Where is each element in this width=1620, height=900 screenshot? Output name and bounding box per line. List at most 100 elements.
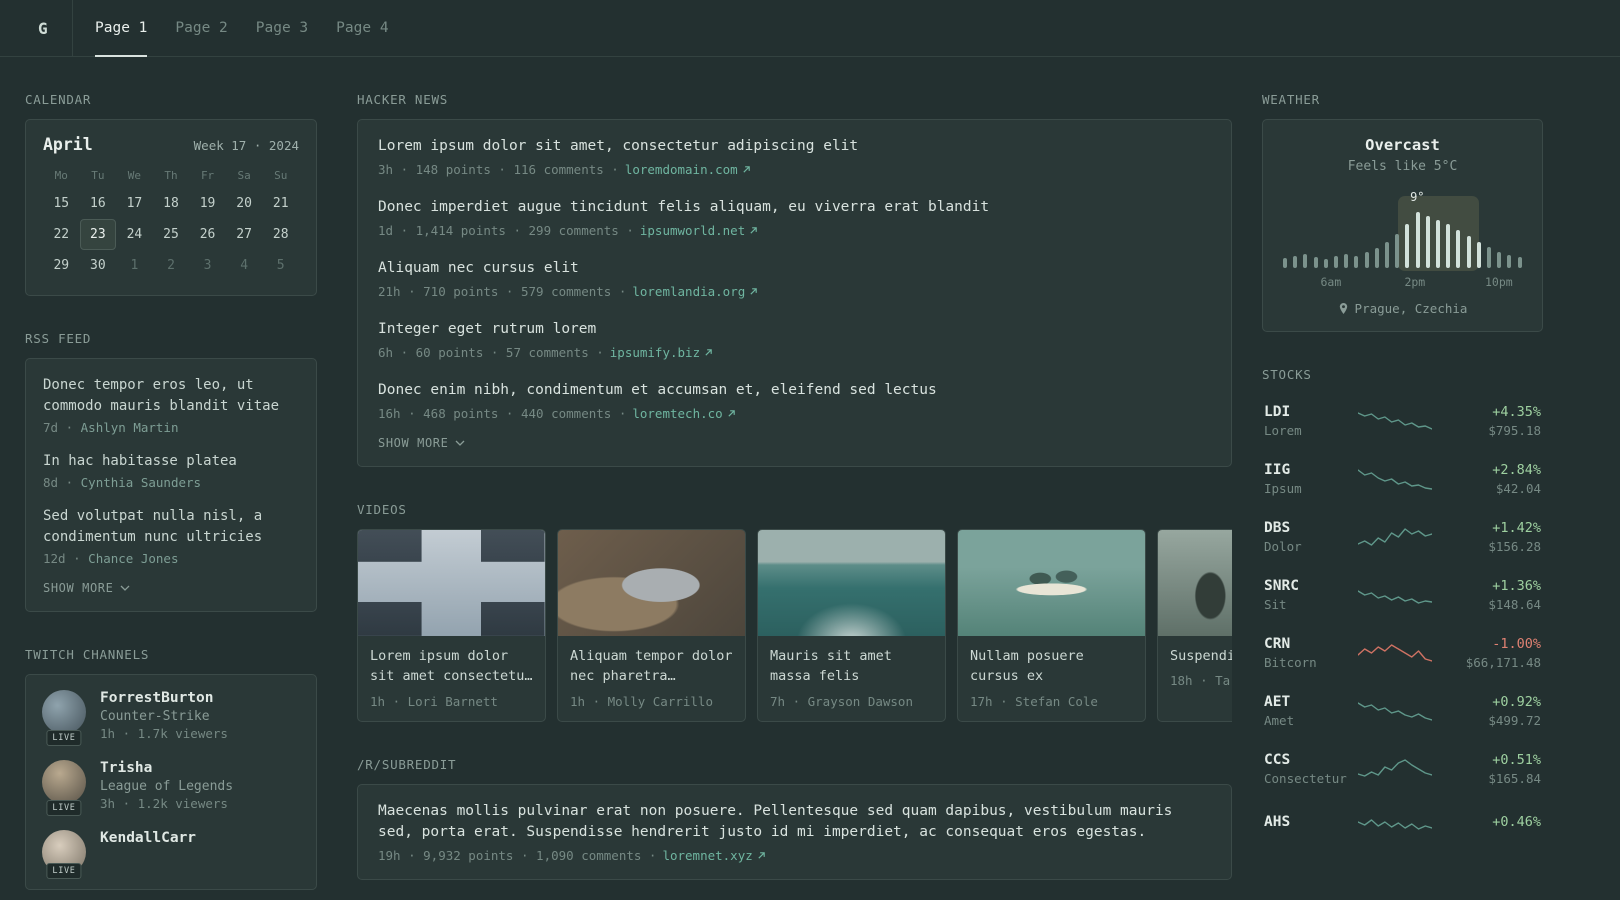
tab-page-3[interactable]: Page 3 xyxy=(256,0,308,56)
dow-label: Su xyxy=(274,169,288,182)
calendar-day: 15 xyxy=(53,196,70,211)
stock-ticker: AET xyxy=(1264,694,1291,710)
hn-item-title[interactable]: Integer eget rutrum lorem xyxy=(378,319,1211,340)
video-thumbnail xyxy=(758,530,945,637)
stock-price: $148.64 xyxy=(1488,597,1541,612)
video-card[interactable]: Mauris sit amet massa felis 7h · Grayson… xyxy=(757,529,946,722)
weather-bar xyxy=(1415,212,1420,268)
live-badge: LIVE xyxy=(46,730,82,746)
calendar-dow-row: Mo Tu We Th Fr Sa Su xyxy=(43,169,299,182)
rss-item-title[interactable]: In hac habitasse platea xyxy=(43,451,299,472)
hn-item-domain-link[interactable]: ipsumworld.net xyxy=(640,223,758,238)
stock-info: AET Amet xyxy=(1264,694,1352,728)
video-body: Aliquam tempor dolor nec pharetra… 1h · … xyxy=(558,636,745,721)
hn-item-domain: loremdomain.com xyxy=(624,162,738,178)
weather-feels-like: Feels like 5°C xyxy=(1347,159,1458,174)
weather-bar xyxy=(1354,256,1359,268)
weather-heading: WEATHER xyxy=(1262,92,1320,107)
stock-row[interactable]: SNRC Sit +1.36% $148.64 xyxy=(1262,566,1543,624)
reddit-post-title[interactable]: Maecenas mollis pulvinar erat non posuer… xyxy=(378,801,1211,843)
twitch-channel-info: KendallCarr xyxy=(100,830,196,874)
video-card[interactable]: Lorem ipsum dolor sit amet consectetu… 1… xyxy=(357,529,546,722)
hn-item-title[interactable]: Donec enim nibh, condimentum et accumsan… xyxy=(378,380,1211,401)
video-card[interactable]: Aliquam tempor dolor nec pharetra… 1h · … xyxy=(557,529,746,722)
calendar-days-grid: 15 16 17 18 19 20 21 22 23 24 25 26 27 2… xyxy=(43,188,299,281)
weather-bar xyxy=(1446,224,1451,268)
stock-row[interactable]: CRN Bitcorn -1.00% $66,171.48 xyxy=(1262,624,1543,682)
weather-bar xyxy=(1425,216,1430,268)
tab-page-4[interactable]: Page 4 xyxy=(336,0,388,56)
hn-item-title[interactable]: Lorem ipsum dolor sit amet, consectetur … xyxy=(378,136,1211,157)
rss-item: In hac habitasse platea 8d · Cynthia Sau… xyxy=(43,451,299,490)
calendar-day: 17 xyxy=(126,196,143,211)
stock-row[interactable]: DBS Dolor +1.42% $156.28 xyxy=(1262,508,1543,566)
weather-bar xyxy=(1405,224,1410,268)
hn-item-title[interactable]: Aliquam nec cursus elit xyxy=(378,258,1211,279)
hn-item-domain: loremlandia.org xyxy=(632,284,746,300)
twitch-channel[interactable]: LIVE ForrestBurton Counter-Strike 1h · 1… xyxy=(42,690,300,746)
hn-item-meta: 3h · 148 points · 116 comments · loremdo… xyxy=(378,162,1211,177)
hn-item-stats: 6h · 60 points · 57 comments · xyxy=(378,345,604,361)
twitch-channel-game: Counter-Strike xyxy=(100,709,210,724)
stock-row[interactable]: IIG Ipsum +2.84% $42.04 xyxy=(1262,450,1543,508)
rss-item-author: Ashlyn Martin xyxy=(80,420,179,435)
twitch-channel-viewers: 1h · 1.7k viewers xyxy=(100,726,228,741)
dow-label: Mo xyxy=(54,169,68,182)
hn-show-more-button[interactable]: SHOW MORE xyxy=(378,436,465,450)
twitch-channel[interactable]: LIVE KendallCarr xyxy=(42,830,300,879)
rss-item: Donec tempor eros leo, ut commodo mauris… xyxy=(43,375,299,435)
videos-heading: VIDEOS xyxy=(357,502,407,518)
hn-item-domain-link[interactable]: loremdomain.com xyxy=(625,162,751,177)
top-nav: G Page 1 Page 2 Page 3 Page 4 xyxy=(0,0,1620,57)
rss-item-title[interactable]: Donec tempor eros leo, ut commodo mauris… xyxy=(43,375,299,417)
video-meta: 17h · Stefan Cole xyxy=(970,693,1098,709)
external-link-icon xyxy=(750,288,758,295)
weather-bars xyxy=(1283,210,1522,268)
hn-item: Integer eget rutrum lorem 6h · 60 points… xyxy=(378,319,1211,360)
video-title: Lorem ipsum dolor sit amet consectetu… xyxy=(370,648,533,685)
stock-row[interactable]: CCS Consectetur +0.51% $165.84 xyxy=(1262,740,1543,798)
hn-item-domain-link[interactable]: loremlandia.org xyxy=(632,284,758,299)
calendar-day-next-month: 2 xyxy=(167,258,175,273)
avatar xyxy=(42,760,86,804)
stock-name: Dolor xyxy=(1264,539,1302,554)
rss-show-more-button[interactable]: SHOW MORE xyxy=(43,581,130,595)
weather-bar xyxy=(1364,252,1369,268)
live-badge: LIVE xyxy=(46,863,82,879)
hn-item-domain-link[interactable]: ipsumify.biz xyxy=(610,345,713,360)
stock-row[interactable]: AET Amet +0.92% $499.72 xyxy=(1262,682,1543,740)
stock-change: +0.92% xyxy=(1492,694,1541,710)
stock-price: $165.84 xyxy=(1488,771,1541,786)
video-row: Lorem ipsum dolor sit amet consectetu… 1… xyxy=(357,529,1232,722)
video-card[interactable]: Nullam posuere cursus ex 17h · Stefan Co… xyxy=(957,529,1146,722)
dow-label: Tu xyxy=(91,169,105,182)
rss-item-title[interactable]: Sed volutpat nulla nisl, a condimentum n… xyxy=(43,506,299,548)
stock-info: CCS Consectetur xyxy=(1264,752,1352,786)
weather-bar xyxy=(1323,259,1328,268)
tab-page-1[interactable]: Page 1 xyxy=(95,0,148,57)
stock-ticker: IIG xyxy=(1264,462,1291,478)
rss-item-meta: 12d · Chance Jones xyxy=(43,551,299,566)
stock-row[interactable]: LDI Lorem +4.35% $795.18 xyxy=(1262,392,1543,450)
reddit-post-domain-link[interactable]: loremnet.xyz xyxy=(662,848,765,863)
weather-widget: WEATHER Overcast Feels like 5°C 9° 6am 2… xyxy=(1262,92,1543,332)
stock-change: +1.36% xyxy=(1492,578,1541,594)
weather-location: Prague, Czechia xyxy=(1279,301,1526,316)
hn-item-title[interactable]: Donec imperdiet augue tincidunt felis al… xyxy=(378,197,1211,218)
video-card[interactable]: Suspendisse diam 18h · Tara xyxy=(1157,529,1232,722)
app-logo[interactable]: G xyxy=(38,19,72,38)
stock-row[interactable]: AHS +0.46% xyxy=(1262,798,1543,848)
twitch-channel-viewers: 3h · 1.2k viewers xyxy=(100,796,228,811)
weather-bar xyxy=(1517,257,1522,268)
calendar-day-selected: 23 xyxy=(79,219,117,250)
twitch-channel-info: Trisha League of Legends 3h · 1.2k viewe… xyxy=(100,760,233,811)
calendar-card: April Week 17 · 2024 Mo Tu We Th Fr Sa S… xyxy=(25,119,317,296)
hn-item-stats: 21h · 710 points · 579 comments · xyxy=(378,284,627,300)
stock-info: CRN Bitcorn xyxy=(1264,636,1352,670)
tab-page-2[interactable]: Page 2 xyxy=(175,0,227,56)
weather-bar xyxy=(1466,236,1471,268)
twitch-channel[interactable]: LIVE Trisha League of Legends 3h · 1.2k … xyxy=(42,760,300,816)
hn-item-domain-link[interactable]: loremtech.co xyxy=(632,406,735,421)
calendar-header: April Week 17 · 2024 xyxy=(43,135,299,154)
live-badge: LIVE xyxy=(46,800,82,816)
